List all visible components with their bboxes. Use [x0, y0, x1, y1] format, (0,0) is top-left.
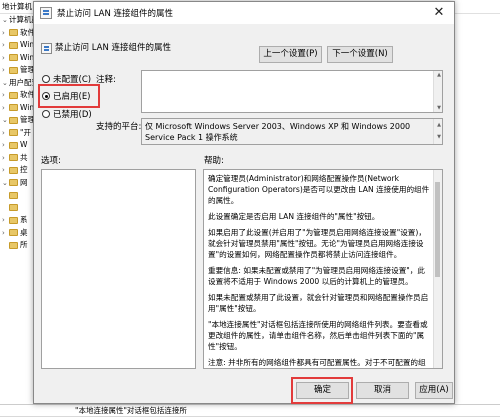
apply-button[interactable]: 应用(A)	[415, 382, 453, 399]
chevron-right-icon: ›	[2, 153, 5, 162]
policy-name: 禁止访问 LAN 连接组件的属性	[55, 43, 172, 53]
folder-icon	[9, 191, 18, 199]
help-panel: 确定管理员(Administrator)和网络配置操作员(Network Con…	[203, 169, 443, 369]
scroll-up-icon[interactable]: ▲	[437, 120, 441, 131]
highlight-box	[291, 377, 353, 404]
radio-circle-icon	[42, 110, 50, 118]
help-paragraph: 此设置确定是否启用 LAN 连接组件的"属性"按钮。	[208, 212, 380, 221]
folder-icon	[9, 229, 18, 237]
scrollbar-thumb[interactable]	[435, 182, 440, 277]
dialog-title: 禁止访问 LAN 连接组件的属性	[57, 9, 174, 19]
folder-icon	[9, 141, 18, 149]
platform-text: 仅 Microsoft Windows Server 2003、Windows …	[145, 122, 411, 142]
policy-setting-dialog: 禁止访问 LAN 连接组件的属性 ✕ 禁止访问 LAN 连接组件的属性 上一个设…	[33, 1, 455, 404]
platform-field: 仅 Microsoft Windows Server 2003、Windows …	[141, 118, 443, 145]
policy-icon	[41, 43, 52, 54]
next-setting-button[interactable]: 下一个设置(N)	[327, 46, 393, 63]
background-right-pane	[453, 14, 500, 404]
chevron-down-icon: ⌄	[2, 16, 8, 24]
folder-icon	[9, 129, 18, 137]
folder-icon	[9, 29, 18, 37]
folder-icon	[9, 241, 18, 249]
help-paragraph: 确定管理员(Administrator)和网络配置操作员(Network Con…	[208, 174, 430, 205]
close-icon[interactable]: ✕	[424, 2, 454, 24]
chevron-down-icon: ⌄	[2, 116, 8, 124]
radio-circle-icon	[42, 75, 50, 83]
help-label: 帮助:	[204, 156, 224, 166]
chevron-right-icon: ›	[2, 91, 5, 99]
platform-label: 支持的平台:	[96, 122, 142, 132]
chevron-down-icon: ⌄	[2, 178, 8, 187]
background-bottom-text: "本地连接属性"对话框包括连接所	[0, 404, 500, 416]
comment-label: 注释:	[96, 75, 116, 85]
scroll-up-icon[interactable]: ▲	[437, 72, 441, 78]
help-paragraph: 重要信息: 如果未配置或禁用了"为管理员启用网络连接设置"，此设置将不适用于 W…	[208, 266, 425, 286]
scroll-down-icon[interactable]: ▼	[437, 105, 441, 111]
previous-setting-button[interactable]: 上一个设置(P)	[259, 46, 322, 63]
scrollbar[interactable]	[433, 170, 442, 368]
chevron-right-icon: ›	[2, 66, 5, 74]
chevron-right-icon: ›	[2, 141, 5, 149]
help-paragraph: "本地连接属性"对话框包括连接所使用的网络组件列表。要查看或更改组件的属性，请单…	[208, 320, 428, 351]
help-paragraph: 如果未配置或禁用了此设置，就会针对管理员和网络配置操作员启用"属性"按钮。	[208, 293, 429, 313]
chevron-right-icon: ›	[2, 216, 5, 224]
chevron-down-icon: ⌄	[2, 78, 8, 87]
folder-icon	[9, 216, 18, 224]
chevron-right-icon: ›	[2, 28, 5, 37]
chevron-right-icon: ›	[2, 41, 5, 49]
highlight-box	[38, 84, 100, 108]
chevron-right-icon: ›	[2, 53, 5, 62]
chevron-right-icon: ›	[2, 103, 5, 112]
chevron-right-icon: ›	[2, 228, 5, 237]
folder-icon	[9, 66, 18, 74]
options-panel	[41, 169, 196, 369]
folder-icon	[9, 204, 18, 212]
help-paragraph: 注意: 并非所有的网络组件都具有可配置属性。对于不可配置的组件	[208, 358, 426, 367]
dialog-titlebar[interactable]: 禁止访问 LAN 连接组件的属性 ✕	[34, 2, 454, 24]
comment-textarea[interactable]: ▲ ▼	[141, 70, 443, 113]
scrollbar[interactable]: ▲ ▼	[433, 119, 442, 144]
folder-icon	[9, 166, 18, 174]
folder-icon	[9, 179, 18, 187]
folder-icon	[9, 91, 18, 99]
folder-icon	[9, 41, 18, 49]
help-paragraph: 如果启用了此设置(并启用了"为管理员启用网络连接设置"设置)，就会针对管理员禁用…	[208, 228, 426, 259]
folder-icon	[9, 154, 18, 162]
folder-icon	[9, 116, 18, 124]
chevron-right-icon: ›	[2, 166, 5, 174]
options-label: 选项:	[41, 156, 61, 166]
scroll-down-icon[interactable]: ▼	[437, 132, 441, 143]
folder-icon	[9, 104, 18, 112]
policy-icon	[40, 7, 52, 19]
scrollbar[interactable]: ▲ ▼	[433, 71, 442, 112]
cancel-button[interactable]: 取消	[356, 382, 409, 399]
chevron-right-icon: ›	[2, 128, 5, 137]
folder-icon	[9, 54, 18, 62]
radio-disabled[interactable]: 已禁用(D)	[42, 108, 92, 120]
